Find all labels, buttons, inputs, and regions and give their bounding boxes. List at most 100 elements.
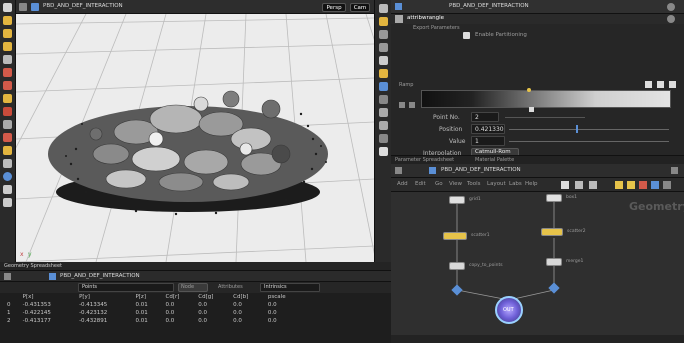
globe-tool-icon[interactable] xyxy=(3,172,12,181)
grid-tool-icon[interactable] xyxy=(3,185,12,194)
camera-icon[interactable] xyxy=(378,134,388,143)
column-header[interactable]: pscale xyxy=(265,293,304,301)
bounds-icon[interactable] xyxy=(378,95,388,104)
obj-icon[interactable] xyxy=(49,273,56,280)
gear-icon[interactable] xyxy=(667,15,675,23)
node-copy[interactable] xyxy=(449,262,465,270)
column-header[interactable]: P[x] xyxy=(20,293,76,301)
network-path[interactable]: PBD_AND_DEF_INTERACTION xyxy=(441,167,521,173)
handle-tool-icon[interactable] xyxy=(3,55,12,64)
column-header[interactable]: Cd[r] xyxy=(163,293,196,301)
points-icon[interactable] xyxy=(378,69,388,78)
column-header[interactable]: Cd[b] xyxy=(230,293,265,301)
display-menu[interactable]: Cam xyxy=(350,3,370,12)
menu-labs[interactable]: Labs xyxy=(509,181,522,187)
network-editor[interactable]: Geometry grid1 box1 scatter1 scatter2 co… xyxy=(391,192,684,335)
ramp-key[interactable] xyxy=(527,88,531,92)
menu-add[interactable]: Add xyxy=(397,181,408,187)
brush-tool-icon[interactable] xyxy=(3,94,12,103)
column-header[interactable] xyxy=(4,293,20,301)
table-row[interactable]: 2 -0.413177 -0.432891 0.01 0.0 0.0 0.0 0… xyxy=(4,317,304,325)
intrinsics-filter[interactable]: Intrinsics xyxy=(260,283,320,292)
pin-icon[interactable] xyxy=(671,167,678,174)
template-icon[interactable] xyxy=(639,181,647,189)
node-scatter2[interactable] xyxy=(541,228,563,236)
select-tool-icon[interactable] xyxy=(3,3,12,12)
position-field[interactable]: 0.421330 xyxy=(471,124,505,134)
menu-layout[interactable]: Layout xyxy=(487,181,506,187)
point-no-slider[interactable] xyxy=(505,117,585,118)
grid-icon[interactable] xyxy=(575,181,583,189)
light-icon[interactable] xyxy=(378,17,388,26)
position-handle[interactable] xyxy=(576,125,578,133)
scale-tool-icon[interactable] xyxy=(3,42,12,51)
tab-parameter-spreadsheet[interactable]: Parameter Spreadsheet xyxy=(395,157,454,163)
node-box1[interactable] xyxy=(546,194,562,202)
node-merge[interactable] xyxy=(546,258,562,266)
camera-menu[interactable]: Persp xyxy=(322,3,346,12)
obj-icon[interactable] xyxy=(395,3,402,10)
ghost-icon[interactable] xyxy=(378,56,388,65)
shade-icon[interactable] xyxy=(378,30,388,39)
info-icon[interactable] xyxy=(663,181,671,189)
table-row[interactable]: 0 -0.431353 -0.413345 0.01 0.0 0.0 0.0 0… xyxy=(4,301,304,309)
value-field[interactable]: 1 xyxy=(471,136,505,146)
snap-tool-icon[interactable] xyxy=(3,120,12,129)
enable-checkbox[interactable] xyxy=(463,32,470,39)
bypass-icon[interactable] xyxy=(627,181,635,189)
remove-key-icon[interactable] xyxy=(657,81,664,88)
obj-icon[interactable] xyxy=(31,3,39,11)
ramp-widget[interactable] xyxy=(421,90,671,108)
position-slider[interactable] xyxy=(509,129,669,130)
attributes-filter[interactable]: Attributes xyxy=(218,284,243,290)
snap-icon[interactable] xyxy=(378,121,388,130)
rotate-tool-icon[interactable] xyxy=(3,29,12,38)
help-icon[interactable] xyxy=(667,3,675,11)
lock-icon[interactable] xyxy=(378,4,388,13)
ramp-key[interactable] xyxy=(529,107,534,112)
column-header[interactable]: P[z] xyxy=(132,293,162,301)
column-header[interactable]: P[y] xyxy=(76,293,132,301)
column-header[interactable]: Cd[g] xyxy=(195,293,230,301)
pose-tool-icon[interactable] xyxy=(3,68,12,77)
menu-tools[interactable]: Tools xyxy=(467,181,481,187)
view-tool-icon[interactable] xyxy=(3,81,12,90)
node-name[interactable]: attribwrangle xyxy=(407,15,444,21)
ramp-options-icon[interactable] xyxy=(409,102,415,108)
grid-icon[interactable] xyxy=(378,108,388,117)
camera-tool-icon[interactable] xyxy=(3,159,12,168)
parameter-path[interactable]: PBD_AND_DEF_INTERACTION xyxy=(449,3,529,9)
home-icon[interactable] xyxy=(19,3,27,11)
add-key-icon[interactable] xyxy=(645,81,652,88)
node-grid1[interactable] xyxy=(449,196,465,204)
point-no-field[interactable]: 2 xyxy=(471,112,499,122)
wire-icon[interactable] xyxy=(378,43,388,52)
3d-viewport[interactable]: x y xyxy=(16,14,374,262)
overlay-icon[interactable] xyxy=(378,147,388,156)
layout-icon[interactable] xyxy=(589,181,597,189)
move-tool-icon[interactable] xyxy=(3,16,12,25)
network-tool-icon[interactable] xyxy=(561,181,569,189)
back-icon[interactable] xyxy=(4,273,11,280)
spreadsheet-path[interactable]: PBD_AND_DEF_INTERACTION xyxy=(60,273,140,279)
menu-view[interactable]: View xyxy=(449,181,462,187)
value-slider[interactable] xyxy=(509,141,669,142)
node-field[interactable]: Points xyxy=(78,283,174,292)
expand-ramp-icon[interactable] xyxy=(399,102,405,108)
table-row[interactable]: 1 -0.422145 -0.423132 0.01 0.0 0.0 0.0 0… xyxy=(4,309,304,317)
viewport-path[interactable]: PBD_AND_DEF_INTERACTION xyxy=(43,3,123,9)
settings-tool-icon[interactable] xyxy=(3,198,12,207)
tab-geometry-spreadsheet[interactable]: Geometry Spreadsheet xyxy=(4,263,62,269)
flag-icon[interactable] xyxy=(615,181,623,189)
menu-edit[interactable]: Edit xyxy=(415,181,426,187)
palette-icon[interactable] xyxy=(651,181,659,189)
menu-help[interactable]: Help xyxy=(525,181,538,187)
render-tool-icon[interactable] xyxy=(3,133,12,142)
node-scatter1[interactable] xyxy=(443,232,467,240)
view-mode-button[interactable]: Node xyxy=(178,283,208,292)
tab-material-palette[interactable]: Material Palette xyxy=(475,157,514,163)
light-tool-icon[interactable] xyxy=(3,146,12,155)
obj-icon[interactable] xyxy=(429,167,436,174)
normals-icon[interactable] xyxy=(378,82,388,91)
menu-go[interactable]: Go xyxy=(435,181,443,187)
